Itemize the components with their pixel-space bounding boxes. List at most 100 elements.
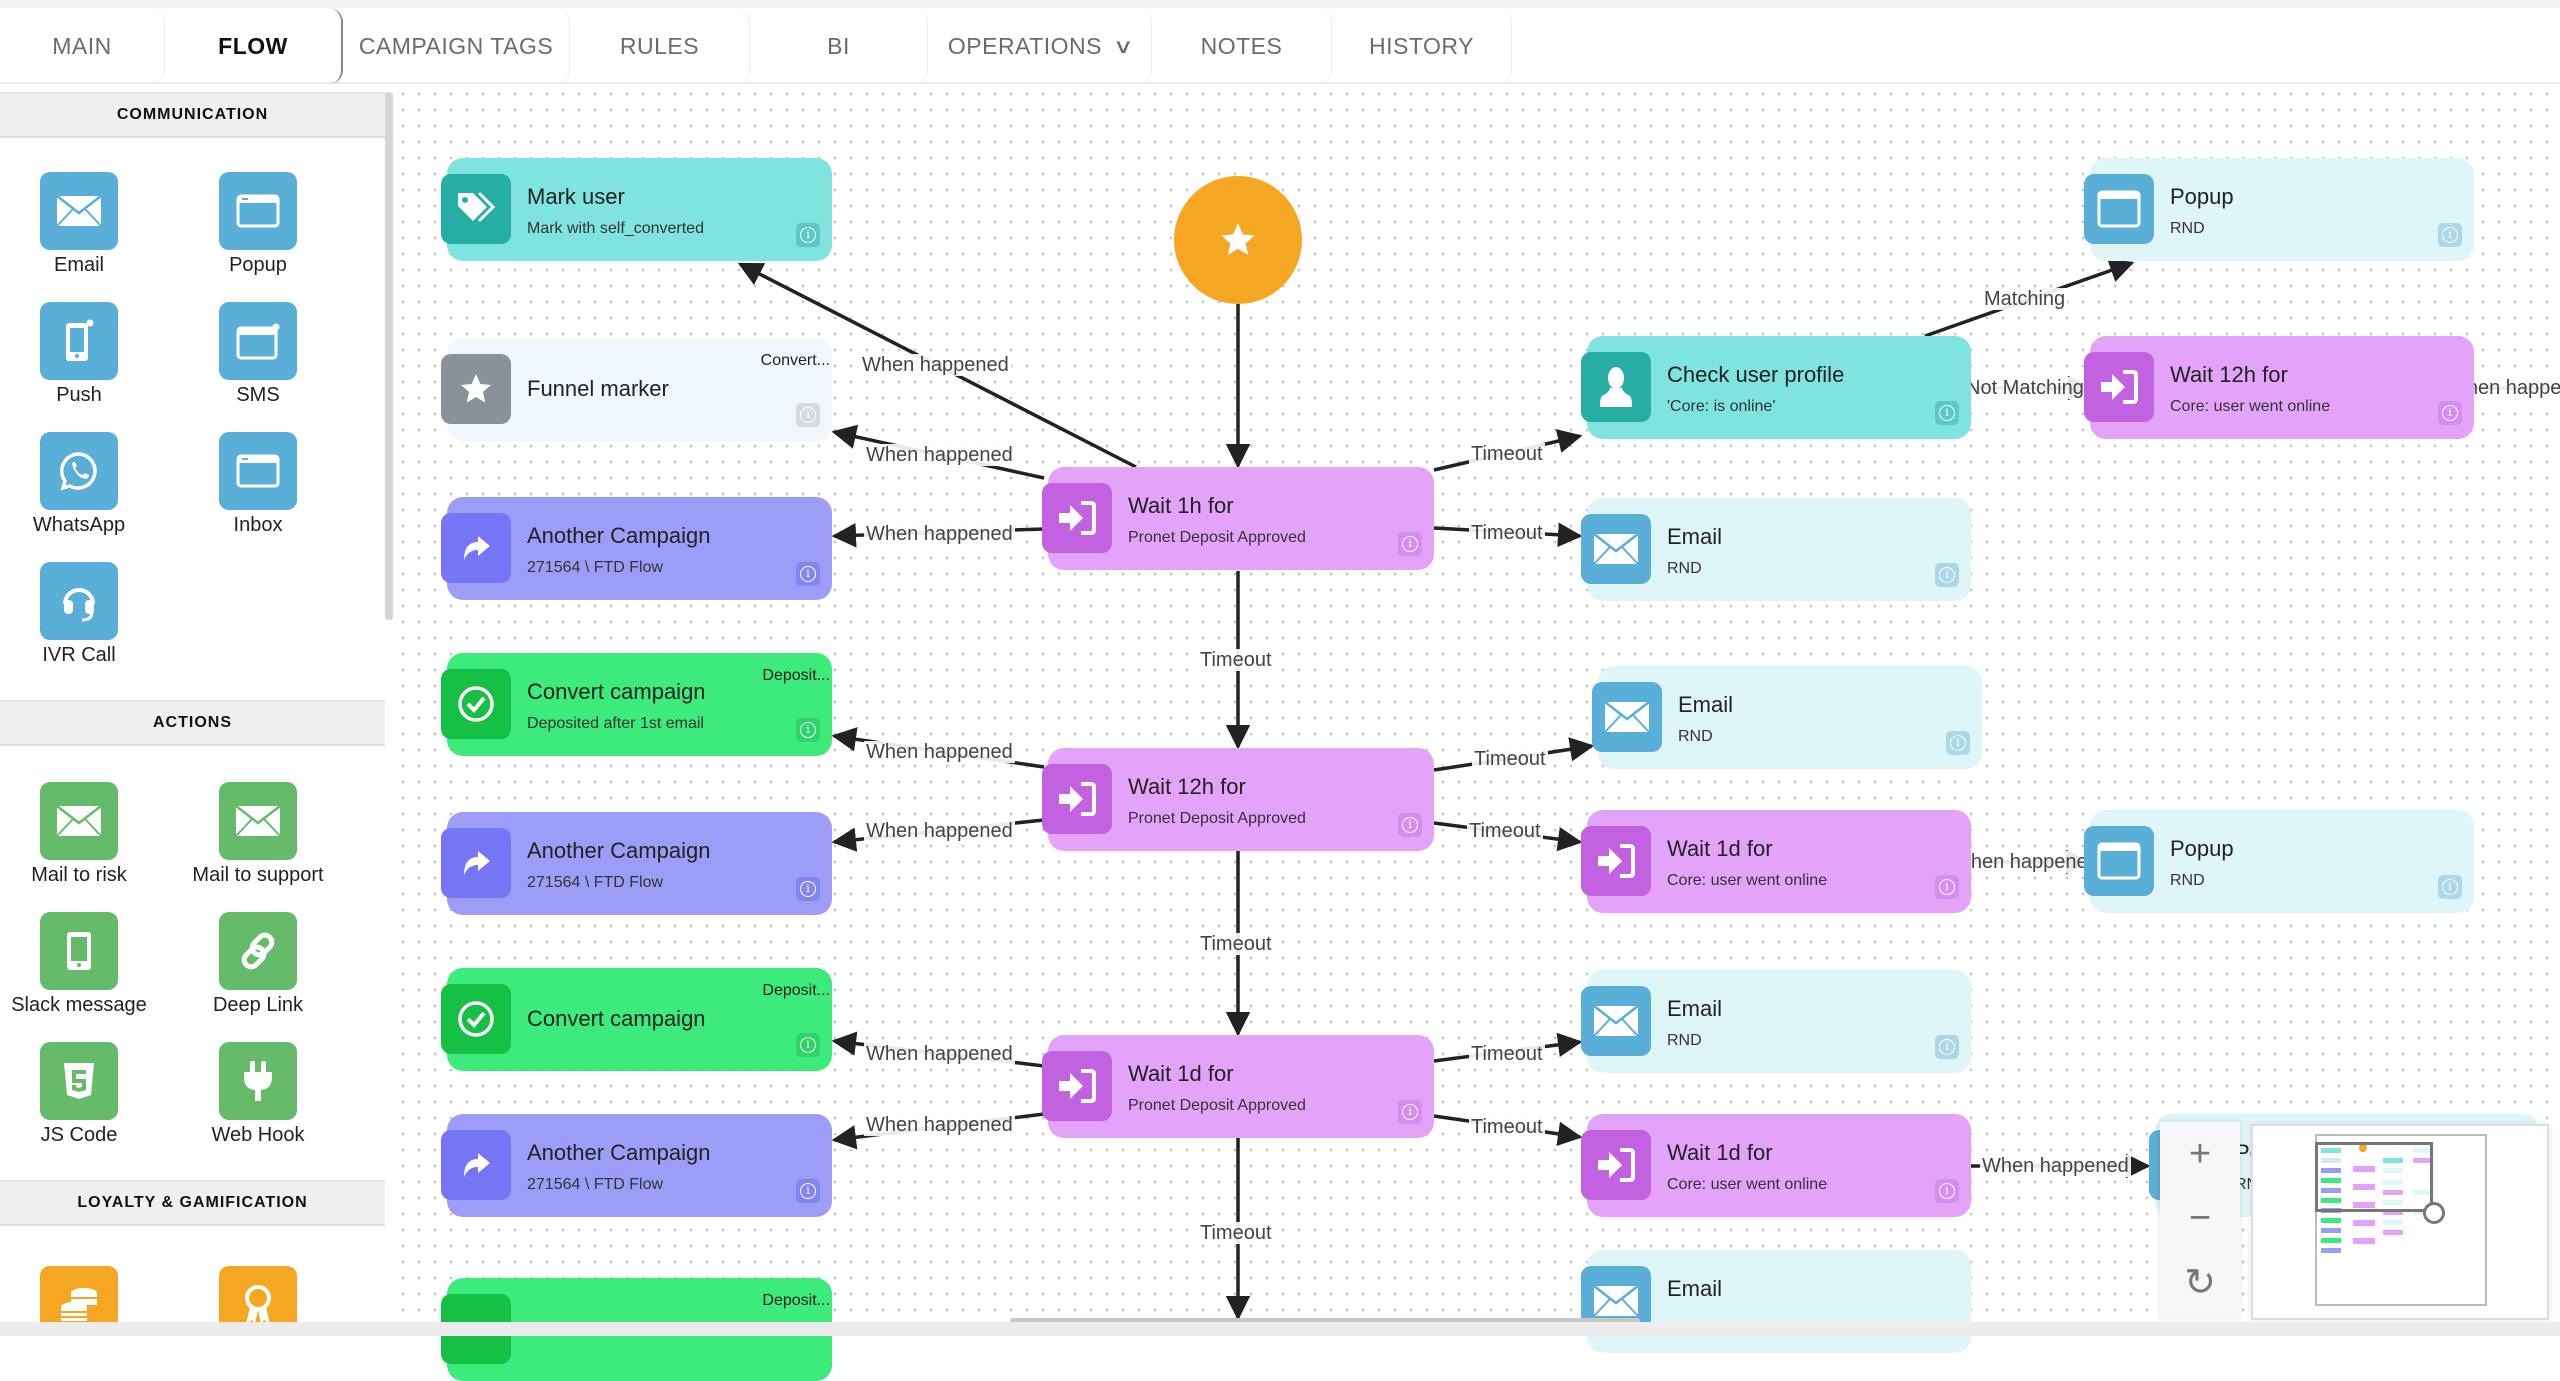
palette-popup[interactable]: Popup [168, 172, 348, 277]
tab-operations[interactable]: OPERATIONS ∨ [928, 8, 1152, 84]
check-circle-icon [441, 984, 511, 1054]
info-icon[interactable]: i [1935, 875, 1959, 899]
palette-slack-message[interactable]: Slack message [0, 912, 169, 1017]
info-icon[interactable]: i [2438, 223, 2462, 247]
palette-deep-link[interactable]: Deep Link [168, 912, 348, 1017]
palette-sms[interactable]: SMS [168, 302, 348, 407]
info-icon[interactable]: i [1935, 401, 1959, 425]
info-icon[interactable]: i [1946, 731, 1970, 755]
node-another-campaign[interactable]: Another Campaign 271564 \ FTD Flow i [441, 812, 832, 915]
palette-email[interactable]: Email [0, 172, 169, 277]
info-icon[interactable]: i [796, 877, 820, 901]
tab-flow[interactable]: FLOW [165, 8, 343, 84]
info-icon[interactable]: i [796, 718, 820, 742]
tool-label: Email [53, 254, 104, 276]
info-icon[interactable]: i [796, 223, 820, 247]
info-icon[interactable]: i [1398, 532, 1422, 556]
info-icon[interactable]: i [1935, 1179, 1959, 1203]
node-title: Funnel marker [527, 376, 669, 401]
node-mark-user[interactable]: Mark user Mark with self_converted i [441, 158, 832, 261]
tab-main[interactable]: MAIN [0, 8, 165, 84]
info-icon[interactable]: i [1398, 1100, 1422, 1124]
reset-view-button[interactable]: ↻ [2160, 1250, 2240, 1314]
node-subtitle: Core: user went online [1667, 1176, 1828, 1193]
info-icon[interactable]: i [796, 403, 820, 427]
tab-label: BI [827, 32, 850, 59]
info-icon[interactable]: i [1935, 1035, 1959, 1059]
node-email[interactable]: Email RND i [1581, 970, 1971, 1073]
sidebar-scrollbar[interactable] [385, 92, 393, 620]
node-wait-1h[interactable]: Wait 1h for Pronet Deposit Approved i [1042, 467, 1434, 570]
palette-js-code[interactable]: JS Code [0, 1042, 169, 1147]
info-icon[interactable]: i [2438, 401, 2462, 425]
whatsapp-icon [40, 432, 118, 510]
start-node[interactable] [1174, 176, 1302, 304]
edge-label: Timeout [1198, 1222, 1274, 1244]
minimap-viewport[interactable] [2315, 1142, 2433, 1212]
info-icon[interactable]: i [796, 1033, 820, 1057]
edge-label: Timeout [1469, 522, 1545, 544]
tab-history[interactable]: HISTORY [1332, 8, 1512, 84]
tab-campaign-tags[interactable]: CAMPAIGN TAGS [343, 8, 570, 84]
node-email[interactable]: Email [1581, 1250, 1971, 1353]
palette-inbox[interactable]: Inbox [168, 432, 348, 537]
node-funnel-marker[interactable]: Funnel marker Convert... i [441, 338, 832, 441]
node-check-user-profile[interactable]: Check user profile 'Core: is online' i [1581, 336, 1971, 439]
node-subtitle: 271564 \ FTD Flow [527, 874, 664, 891]
info-icon[interactable]: i [796, 1179, 820, 1203]
palette-whatsapp[interactable]: WhatsApp [0, 432, 169, 537]
palette-push[interactable]: Push [0, 302, 169, 407]
node-email[interactable]: Email RND i [1581, 498, 1971, 601]
node-convert-campaign[interactable]: Convert campaign Deposited after 1st ema… [441, 653, 832, 756]
node-wait-12h[interactable]: Wait 12h for Pronet Deposit Approved i [1042, 748, 1434, 851]
minimap[interactable] [2251, 1124, 2549, 1320]
tag-icon [441, 174, 511, 244]
tool-label: Mail to risk [31, 864, 127, 886]
palette-mail-to-support[interactable]: Mail to support [168, 782, 348, 887]
node-wait-1d-online[interactable]: Wait 1d for Core: user went online i [1581, 810, 1971, 913]
edge-label: Not Matching [1964, 377, 2086, 399]
headset-icon [40, 562, 118, 640]
node-title: Wait 12h for [1128, 774, 1246, 799]
node-title: Wait 1h for [1128, 493, 1234, 518]
palette-ivr-call[interactable]: IVR Call [0, 562, 169, 667]
minimap-resize-handle[interactable] [2423, 1202, 2445, 1224]
link-icon [219, 912, 297, 990]
node-subtitle: Core: user went online [1667, 872, 1828, 889]
edge-label: Timeout [1198, 933, 1274, 955]
info-icon[interactable]: i [1935, 563, 1959, 587]
palette-web-hook[interactable]: Web Hook [168, 1042, 348, 1147]
node-wait-12h-online[interactable]: Wait 12h for Core: user went online i [2084, 336, 2474, 439]
edge-label: Matching [1982, 288, 2068, 310]
zoom-out-button[interactable]: − [2160, 1186, 2240, 1250]
share-arrow-icon [441, 513, 511, 583]
edge-label: When happened [864, 1114, 1015, 1136]
node-subtitle: Pronet Deposit Approved [1128, 810, 1306, 827]
node-popup[interactable]: Popup RND i [2084, 158, 2474, 261]
sign-in-icon [1581, 1130, 1651, 1200]
node-another-campaign[interactable]: Another Campaign 271564 \ FTD Flow i [441, 497, 832, 600]
node-convert-campaign[interactable]: Convert campaign Deposit... i [441, 968, 832, 1071]
node-wait-1d-online[interactable]: Wait 1d for Core: user went online i [1581, 1114, 1971, 1217]
tab-bi[interactable]: BI [750, 8, 928, 84]
palette-mail-to-risk[interactable]: Mail to risk [0, 782, 169, 887]
edge-label: Timeout [1198, 649, 1274, 671]
tab-rules[interactable]: RULES [570, 8, 750, 84]
node-popup[interactable]: Popup RND i [2084, 810, 2474, 913]
info-icon[interactable]: i [2438, 875, 2462, 899]
tab-notes[interactable]: NOTES [1152, 8, 1332, 84]
zoom-in-button[interactable]: + [2160, 1122, 2240, 1186]
window-icon [219, 432, 297, 510]
info-icon[interactable]: i [796, 562, 820, 586]
node-palette-sidebar: COMMUNICATION Email Popup Push SMS Whats… [0, 86, 385, 1336]
top-strip [0, 0, 2560, 8]
node-title: Popup [2170, 836, 2234, 861]
section-header-communication: COMMUNICATION [0, 92, 385, 138]
node-email[interactable]: Email RND i [1592, 666, 1982, 769]
node-wait-1d[interactable]: Wait 1d for Pronet Deposit Approved i [1042, 1035, 1434, 1138]
node-another-campaign[interactable]: Another Campaign 271564 \ FTD Flow i [441, 1114, 832, 1217]
info-icon[interactable]: i [1398, 813, 1422, 837]
tool-label: Slack message [11, 994, 147, 1016]
star-icon [1221, 223, 1255, 255]
sign-in-icon [1042, 483, 1112, 553]
